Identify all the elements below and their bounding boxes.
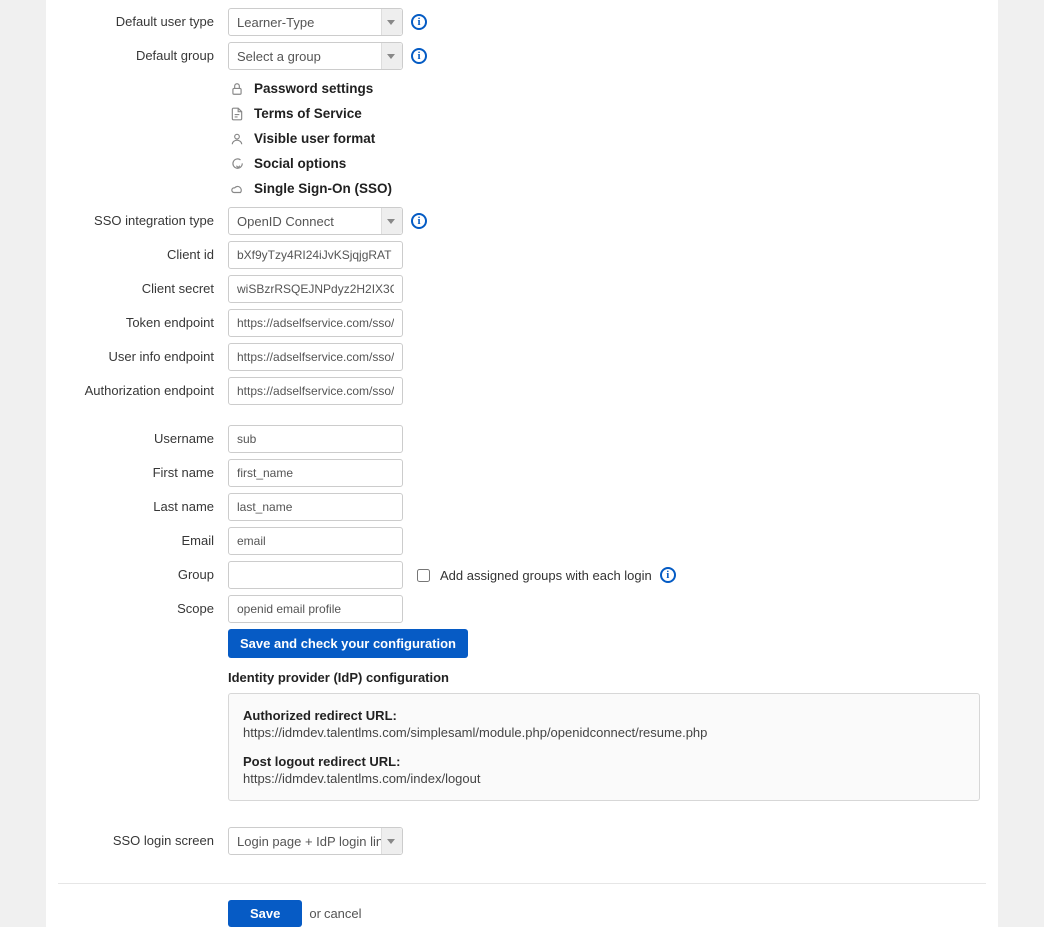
info-icon[interactable]: i bbox=[411, 48, 427, 64]
userinfo-endpoint-label: User info endpoint bbox=[46, 343, 228, 364]
default-user-type-label: Default user type bbox=[46, 8, 228, 29]
logout-url-value: https://idmdev.talentlms.com/index/logou… bbox=[243, 771, 965, 786]
token-endpoint-label: Token endpoint bbox=[46, 309, 228, 330]
section-sso[interactable]: Single Sign-On (SSO) bbox=[228, 176, 998, 201]
section-label: Terms of Service bbox=[254, 106, 362, 121]
section-label: Visible user format bbox=[254, 131, 375, 146]
sso-login-screen-select[interactable]: Login page + IdP login link bbox=[228, 827, 403, 855]
sso-login-screen-value: Login page + IdP login link bbox=[237, 834, 390, 849]
section-label: Single Sign-On (SSO) bbox=[254, 181, 392, 196]
lastname-input[interactable] bbox=[228, 493, 403, 521]
lock-icon bbox=[228, 82, 246, 96]
client-secret-input[interactable] bbox=[228, 275, 403, 303]
scope-label: Scope bbox=[46, 595, 228, 616]
email-label: Email bbox=[46, 527, 228, 548]
default-user-type-value: Learner-Type bbox=[237, 15, 314, 30]
divider bbox=[58, 883, 986, 884]
scope-input[interactable] bbox=[228, 595, 403, 623]
or-text: or bbox=[309, 906, 321, 921]
chat-icon bbox=[228, 157, 246, 171]
client-id-label: Client id bbox=[46, 241, 228, 262]
token-endpoint-input[interactable] bbox=[228, 309, 403, 337]
info-icon[interactable]: i bbox=[411, 14, 427, 30]
username-label: Username bbox=[46, 425, 228, 446]
section-visible-user-format[interactable]: Visible user format bbox=[228, 126, 998, 151]
chevron-down-icon bbox=[387, 219, 395, 224]
add-groups-checkbox[interactable] bbox=[417, 569, 430, 582]
lastname-label: Last name bbox=[46, 493, 228, 514]
group-label: Group bbox=[46, 561, 228, 582]
client-secret-label: Client secret bbox=[46, 275, 228, 296]
idp-config-title: Identity provider (IdP) configuration bbox=[228, 670, 998, 685]
save-check-button[interactable]: Save and check your configuration bbox=[228, 629, 468, 658]
section-terms-of-service[interactable]: Terms of Service bbox=[228, 101, 998, 126]
cancel-link[interactable]: cancel bbox=[324, 906, 362, 921]
firstname-label: First name bbox=[46, 459, 228, 480]
chevron-down-icon bbox=[387, 54, 395, 59]
idp-config-box: Authorized redirect URL: https://idmdev.… bbox=[228, 693, 980, 801]
client-id-input[interactable] bbox=[228, 241, 403, 269]
chevron-down-icon bbox=[387, 20, 395, 25]
group-input[interactable] bbox=[228, 561, 403, 589]
section-social-options[interactable]: Social options bbox=[228, 151, 998, 176]
default-group-select[interactable]: Select a group bbox=[228, 42, 403, 70]
sso-type-label: SSO integration type bbox=[46, 207, 228, 228]
document-icon bbox=[228, 107, 246, 121]
section-label: Password settings bbox=[254, 81, 373, 96]
cloud-icon bbox=[228, 182, 246, 196]
chevron-down-icon bbox=[387, 839, 395, 844]
default-group-value: Select a group bbox=[237, 49, 321, 64]
authz-endpoint-label: Authorization endpoint bbox=[46, 377, 228, 398]
save-button[interactable]: Save bbox=[228, 900, 302, 927]
section-label: Social options bbox=[254, 156, 346, 171]
add-groups-label: Add assigned groups with each login bbox=[440, 568, 652, 583]
section-password-settings[interactable]: Password settings bbox=[228, 76, 998, 101]
sso-type-value: OpenID Connect bbox=[237, 214, 334, 229]
authz-endpoint-input[interactable] bbox=[228, 377, 403, 405]
redirect-url-value: https://idmdev.talentlms.com/simplesaml/… bbox=[243, 725, 965, 740]
default-group-label: Default group bbox=[46, 42, 228, 63]
email-input[interactable] bbox=[228, 527, 403, 555]
info-icon[interactable]: i bbox=[660, 567, 676, 583]
info-icon[interactable]: i bbox=[411, 213, 427, 229]
sso-type-select[interactable]: OpenID Connect bbox=[228, 207, 403, 235]
redirect-url-label: Authorized redirect URL: bbox=[243, 708, 965, 723]
logout-url-label: Post logout redirect URL: bbox=[243, 754, 965, 769]
default-user-type-select[interactable]: Learner-Type bbox=[228, 8, 403, 36]
firstname-input[interactable] bbox=[228, 459, 403, 487]
userinfo-endpoint-input[interactable] bbox=[228, 343, 403, 371]
sso-login-screen-label: SSO login screen bbox=[46, 827, 228, 848]
user-icon bbox=[228, 132, 246, 146]
username-input[interactable] bbox=[228, 425, 403, 453]
